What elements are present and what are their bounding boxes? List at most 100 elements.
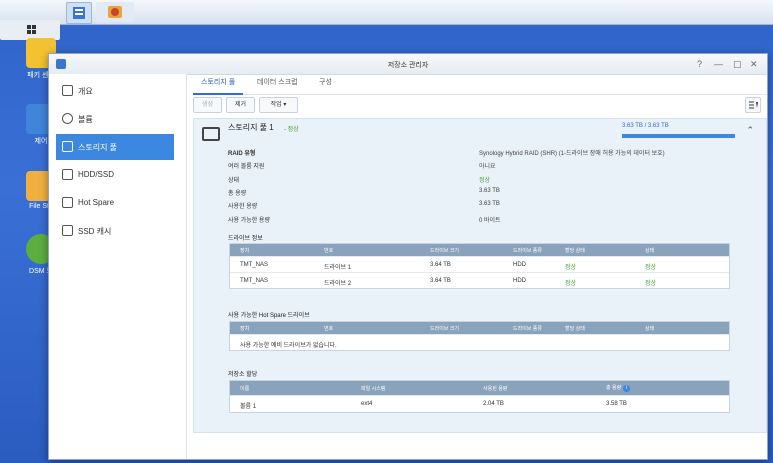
sidebar-item-overview[interactable]: 개요 (56, 78, 174, 104)
maximize-button[interactable]: ▢ (733, 59, 742, 69)
cell-used: 2.04 TB (483, 401, 504, 407)
storage-alloc-table: 이름 파일 시스템 사용된 용량 총 용량 i 볼륨 1 ext4 2.04 TB… (229, 380, 730, 413)
volume-icon (62, 113, 73, 124)
cell-filesystem: ext4 (361, 401, 373, 407)
storage-alloc-title: 저장소 할당 (228, 372, 258, 378)
prop-total-value: 3.63 TB (479, 188, 500, 194)
close-button[interactable]: ✕ (750, 59, 758, 69)
table-row[interactable]: 볼륨 1 ext4 2.04 TB 3.58 TB (230, 395, 729, 412)
column-header[interactable]: 드라이브 크기 (430, 247, 459, 254)
taskbar-storage-manager[interactable] (66, 2, 92, 24)
sidebar-item-hdd-ssd[interactable]: HDD/SSD (56, 162, 174, 188)
column-header[interactable]: 할당 상태 (565, 247, 585, 254)
sidebar-item-label: HDD/SSD (78, 170, 115, 179)
help-button[interactable]: ? (697, 59, 702, 69)
table-header: 장치 번호 드라이브 크기 드라이브 종류 할당 상태 상태 (230, 322, 729, 334)
main-menu-button[interactable] (0, 20, 60, 40)
cell-device: TMT_NAS (240, 262, 269, 268)
prop-multi-volume-label: 여러 볼륨 지원 (228, 164, 265, 170)
storage-pool-icon (62, 141, 73, 152)
sort-icon (749, 101, 758, 109)
prop-available-label: 사용 가능한 용량 (228, 218, 270, 224)
table-row[interactable]: TMT_NAS 드라이브 2 3.64 TB HDD 정상 정상 (230, 272, 729, 288)
column-header[interactable]: 상태 (645, 247, 654, 254)
column-header[interactable]: 사용된 용량 (483, 385, 507, 392)
column-header[interactable]: 할당 상태 (565, 325, 585, 332)
sort-button[interactable] (745, 97, 761, 113)
taskbar-package-center[interactable] (96, 2, 134, 22)
column-header[interactable]: 장치 (240, 325, 249, 332)
column-header[interactable]: 이름 (240, 385, 249, 392)
sidebar-item-label: 볼륨 (78, 115, 93, 124)
window-titlebar[interactable]: 저장소 관리자 ? — ▢ ✕ (49, 54, 767, 75)
empty-message: 사용 가능한 예비 드라이브가 없습니다. (240, 343, 337, 349)
table-header: 이름 파일 시스템 사용된 용량 총 용량 i (230, 381, 729, 395)
action-dropdown[interactable]: 작업 ▾ (259, 97, 298, 113)
prop-available-value: 0 바이트 (479, 218, 501, 224)
sidebar-item-hot-spare[interactable]: Hot Spare (56, 190, 174, 216)
prop-status-label: 상태 (228, 178, 240, 184)
column-header[interactable]: 드라이브 크기 (430, 325, 459, 332)
prop-status-value: 정상 (479, 178, 491, 184)
pool-title: 스토리지 풀 1 (228, 123, 274, 132)
empty-row: 사용 가능한 예비 드라이브가 없습니다. (230, 334, 729, 350)
column-header[interactable]: 번호 (324, 325, 333, 332)
storage-manager-icon (73, 7, 85, 19)
hot-spare-icon (62, 197, 73, 208)
tab-config[interactable]: 구성 (311, 77, 340, 93)
create-button[interactable]: 생성 (193, 97, 222, 113)
cell-total: 3.58 TB (606, 401, 627, 407)
cell-alloc-status: 정상 (565, 265, 577, 271)
drive-info-table: 장치 번호 드라이브 크기 드라이브 종류 할당 상태 상태 TMT_NAS 드… (229, 243, 730, 289)
overview-icon (62, 85, 73, 96)
cell-type: HDD (513, 278, 526, 284)
pool-status: - 정상 (284, 127, 299, 133)
column-header[interactable]: 장치 (240, 247, 249, 254)
table-row[interactable]: TMT_NAS 드라이브 1 3.64 TB HDD 정상 정상 (230, 256, 729, 272)
cell-status: 정상 (645, 281, 657, 287)
sidebar-item-label: SSD 캐시 (78, 227, 112, 236)
cell-alloc-status: 정상 (565, 281, 577, 287)
column-header[interactable]: 파일 시스템 (361, 385, 385, 392)
tab-data-scrub[interactable]: 데이터 스크럽 (249, 77, 306, 93)
cell-type: HDD (513, 262, 526, 268)
package-icon (108, 6, 122, 18)
desktop-icon-label: 제어 (34, 138, 48, 145)
storage-pool-panel: 스토리지 풀 1 - 정상 3.63 TB / 3.63 TB ⌃ RAID 유… (193, 118, 767, 433)
hdd-icon (62, 169, 73, 180)
drive-info-title: 드라이브 정보 (228, 236, 263, 242)
collapse-chevron-icon[interactable]: ⌃ (746, 125, 754, 136)
window-title: 저장소 관리자 (387, 62, 429, 69)
column-header[interactable]: 드라이브 종류 (513, 325, 542, 332)
prop-raid-label: RAID 유형 (228, 151, 256, 157)
capacity-bar (622, 134, 735, 138)
column-header-label: 총 용량 (606, 385, 622, 391)
sidebar-item-ssd-cache[interactable]: SSD 캐시 (56, 218, 174, 244)
column-header[interactable]: 상태 (645, 325, 654, 332)
table-header: 장치 번호 드라이브 크기 드라이브 종류 할당 상태 상태 (230, 244, 729, 256)
storage-pool-icon (202, 127, 220, 141)
capacity-bar-fill (622, 134, 735, 138)
column-header[interactable]: 번호 (324, 247, 333, 254)
ssd-cache-icon (62, 225, 73, 236)
column-header-total[interactable]: 총 용량 i (606, 384, 631, 392)
prop-used-value: 3.63 TB (479, 201, 500, 207)
sidebar-item-label: 개요 (78, 87, 93, 96)
column-header[interactable]: 드라이브 종류 (513, 247, 542, 254)
hot-spare-table: 장치 번호 드라이브 크기 드라이브 종류 할당 상태 상태 사용 가능한 예비… (229, 321, 730, 351)
cell-name: 볼륨 1 (240, 404, 257, 410)
sidebar-item-volume[interactable]: 볼륨 (56, 106, 174, 132)
prop-total-label: 총 용량 (228, 191, 247, 197)
info-icon[interactable]: i (623, 385, 631, 392)
tab-bar: 스토리지 풀 데이터 스크럽 구성 (193, 74, 767, 95)
sidebar-item-storage-pool[interactable]: 스토리지 풀 (56, 134, 174, 160)
minimize-button[interactable]: — (714, 59, 723, 69)
cell-number: 드라이브 2 (324, 281, 352, 287)
remove-button[interactable]: 제거 (226, 97, 255, 113)
taskbar (0, 0, 773, 40)
toolbar: 생성 제거 작업 ▾ (193, 96, 767, 114)
storage-manager-window: 저장소 관리자 ? — ▢ ✕ 개요 볼륨 스토리지 풀 HDD/SSD Hot… (48, 53, 768, 460)
cell-number: 드라이브 1 (324, 265, 352, 271)
tab-storage-pool[interactable]: 스토리지 풀 (193, 77, 244, 95)
sidebar: 개요 볼륨 스토리지 풀 HDD/SSD Hot Spare SSD 캐시 (49, 74, 187, 459)
